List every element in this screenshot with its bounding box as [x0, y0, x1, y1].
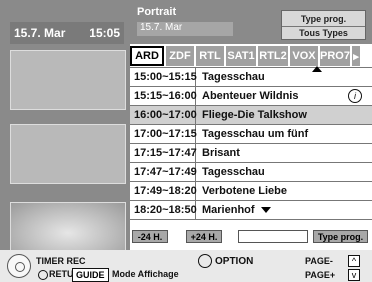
type-prog-label: Type prog. — [300, 14, 347, 24]
scroll-down-icon[interactable] — [260, 207, 271, 213]
program-title: Abenteuer Wildnis — [202, 90, 299, 102]
program-row[interactable]: 15:00~15:15 Tagesschau — [130, 66, 372, 86]
program-row[interactable]: 17:49~18:20 Verbotene Liebe — [130, 181, 372, 200]
dpad-icon — [7, 254, 31, 278]
return-circle-icon — [38, 270, 48, 280]
program-title: Tagesschau — [202, 71, 265, 83]
left-panel: 15.7. Mar 15:05 — [0, 0, 130, 264]
program-title: Tagesschau — [202, 166, 265, 178]
preview-thumbnail-1 — [10, 50, 126, 110]
page-plus-label: PAGE+ — [305, 270, 336, 280]
program-title: Tagesschau um fünf — [202, 128, 309, 140]
guide-date: 15.7. Mar — [137, 22, 233, 36]
dpad-center-icon — [15, 262, 25, 272]
mode-affichage-label: Mode Affichage — [112, 269, 179, 279]
current-datetime: 15.7. Mar 15:05 — [10, 22, 124, 44]
preview-thumbnail-2 — [10, 124, 126, 184]
view-title: Portrait — [137, 6, 177, 18]
scroll-up-icon[interactable] — [312, 66, 322, 72]
option-label: OPTION — [215, 256, 254, 267]
program-time: 18:20~18:50 — [130, 201, 197, 219]
program-time: 17:49~18:20 — [130, 182, 197, 200]
program-title: Marienhof — [196, 204, 271, 216]
tv-guide-screen: 15.7. Mar 15:05 Portrait 15.7. Mar Type … — [0, 0, 372, 282]
channel-tabs: ARD ZDF RTL SAT1 RTL2 VOX PRO7 ▸ — [130, 46, 372, 66]
type-prog-box[interactable]: Type prog. Tous Types — [281, 10, 366, 40]
type-filter-value[interactable]: Tous Types — [282, 26, 365, 38]
page-minus-label: PAGE- — [305, 256, 333, 266]
program-row[interactable]: 15:15~16:00 Abenteuer Wildnis i — [130, 86, 372, 105]
minus-24h-button[interactable]: -24 H. — [132, 230, 168, 243]
tab-channel-sat1[interactable]: SAT1 — [226, 46, 256, 66]
blank-button[interactable] — [238, 230, 308, 243]
program-time: 15:15~16:00 — [130, 87, 197, 105]
tab-channel-zdf[interactable]: ZDF — [166, 46, 194, 66]
program-time: 16:00~17:00 — [130, 106, 197, 124]
info-icon[interactable]: i — [348, 89, 362, 103]
type-prog-button[interactable]: Type prog. — [313, 230, 368, 243]
tab-channel-rtl[interactable]: RTL — [196, 46, 224, 66]
remote-legend: TIMER REC RETURN GUIDE Mode Affichage OP… — [0, 250, 372, 282]
current-date: 15.7. Mar — [14, 26, 66, 40]
tab-channel-ard[interactable]: ARD — [130, 46, 164, 66]
program-time: 17:47~17:49 — [130, 163, 197, 181]
program-row[interactable]: 17:00~17:15 Tagesschau um fünf — [130, 124, 372, 143]
day-navigation: -24 H. +24 H. Type prog. — [130, 228, 372, 244]
page-plus-button[interactable]: v — [348, 269, 360, 281]
program-title: Brisant — [202, 147, 240, 159]
channel-scroll-right-icon[interactable]: ▸ — [352, 46, 360, 66]
program-row-selected[interactable]: 16:00~17:00 Fliege-Die Talkshow — [130, 105, 372, 124]
program-list: 15:00~15:15 Tagesschau 15:15~16:00 Abent… — [130, 66, 372, 220]
option-circle-icon — [198, 254, 212, 268]
program-row[interactable]: 17:47~17:49 Tagesschau — [130, 162, 372, 181]
program-time: 15:00~15:15 — [130, 68, 197, 86]
program-row[interactable]: 18:20~18:50 Marienhof — [130, 200, 372, 220]
tab-channel-pro7[interactable]: PRO7 — [320, 46, 350, 66]
program-time: 17:00~17:15 — [130, 125, 197, 143]
program-title: Fliege-Die Talkshow — [202, 109, 307, 121]
page-minus-button[interactable]: ^ — [348, 255, 360, 267]
tab-channel-rtl2[interactable]: RTL2 — [258, 46, 288, 66]
current-time: 15:05 — [89, 26, 120, 40]
guide-button[interactable]: GUIDE — [72, 268, 109, 282]
plus-24h-button[interactable]: +24 H. — [186, 230, 222, 243]
program-title: Verbotene Liebe — [202, 185, 287, 197]
tab-channel-vox[interactable]: VOX — [290, 46, 318, 66]
program-row[interactable]: 17:15~17:47 Brisant — [130, 143, 372, 162]
program-time: 17:15~17:47 — [130, 144, 197, 162]
timer-rec-label: TIMER REC — [36, 256, 86, 266]
